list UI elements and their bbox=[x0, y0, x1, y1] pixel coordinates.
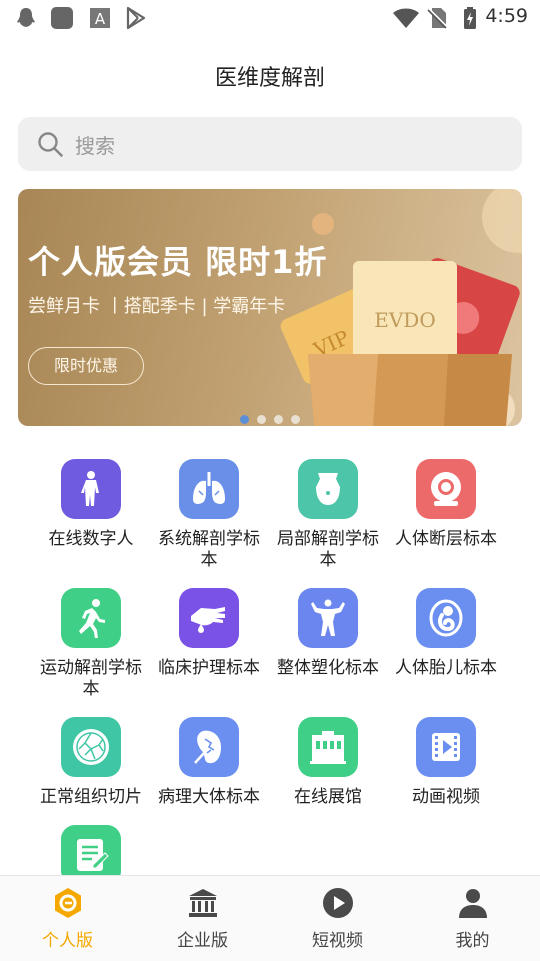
carousel-dot[interactable] bbox=[274, 415, 283, 424]
bodybuilder-icon bbox=[311, 599, 345, 636]
tab-enterprise[interactable]: 企业版 bbox=[135, 876, 270, 961]
fetus-icon bbox=[429, 599, 463, 637]
grid-item-label: 人体胎儿标本 bbox=[395, 658, 497, 678]
grid-item-systematic-anatomy[interactable]: 系统解剖学标本 bbox=[150, 459, 268, 571]
video-icon bbox=[432, 733, 460, 761]
tile bbox=[416, 459, 476, 519]
page-title: 医维度解剖 bbox=[214, 66, 325, 91]
search-input[interactable]: 搜索 bbox=[75, 130, 115, 159]
play-store-icon bbox=[126, 6, 146, 30]
tile bbox=[61, 588, 121, 648]
grid-item-animation-video[interactable]: 动画视频 bbox=[387, 717, 505, 808]
grid-item-label: 临床护理标本 bbox=[158, 658, 260, 678]
grid-item-sports-anatomy[interactable]: 运动解剖学标本 bbox=[32, 588, 150, 700]
search-bar[interactable]: 搜索 bbox=[18, 117, 522, 171]
tab-label: 个人版 bbox=[42, 931, 93, 951]
qq-icon bbox=[17, 8, 35, 27]
notes-icon bbox=[77, 839, 109, 871]
grid-item-label: 人体断层标本 bbox=[395, 529, 497, 549]
bank-icon bbox=[188, 889, 217, 917]
ct-scanner-icon bbox=[431, 472, 461, 506]
torso-icon bbox=[316, 473, 340, 505]
battery-charging-icon bbox=[464, 7, 476, 29]
banner-subline: 尝鲜月卡 丨搭配季卡 | 学霸年卡 bbox=[28, 296, 286, 317]
grid-item-pathology-gross[interactable]: 病理大体标本 bbox=[150, 717, 268, 808]
tab-personal[interactable]: 个人版 bbox=[0, 876, 135, 961]
grid-item-label: 运动解剖学标本 bbox=[40, 658, 142, 699]
tab-short-video[interactable]: 短视频 bbox=[270, 876, 405, 961]
tab-label: 短视频 bbox=[312, 931, 363, 951]
no-sim-icon bbox=[427, 8, 448, 29]
grid-item-online-exhibition[interactable]: 在线展馆 bbox=[269, 717, 387, 808]
tile bbox=[416, 588, 476, 648]
tile bbox=[416, 717, 476, 777]
tab-label: 企业版 bbox=[177, 931, 228, 951]
user-icon bbox=[458, 889, 487, 918]
svg-text:A: A bbox=[95, 10, 106, 28]
grid-item-label: 局部解剖学标本 bbox=[277, 529, 379, 570]
tile bbox=[298, 459, 358, 519]
search-icon bbox=[38, 132, 63, 157]
font-a-icon: A bbox=[90, 8, 110, 28]
status-time: 4:59 bbox=[485, 5, 528, 27]
grid-item-label: 在线展馆 bbox=[294, 787, 362, 807]
grid-item-regional-anatomy[interactable]: 局部解剖学标本 bbox=[269, 459, 387, 571]
membership-cards-illustration: VIP EVDO bbox=[280, 189, 522, 426]
tile bbox=[179, 588, 239, 648]
grid-item-label: 在线数字人 bbox=[48, 529, 134, 549]
tile bbox=[298, 717, 358, 777]
tissue-slice-icon bbox=[73, 729, 109, 765]
grid-item-label: 整体塑化标本 bbox=[277, 658, 379, 678]
grid-item-normal-tissue-slice[interactable]: 正常组织切片 bbox=[32, 717, 150, 808]
grid-item-fetus-specimen[interactable]: 人体胎儿标本 bbox=[387, 588, 505, 679]
grid-item-label: 动画视频 bbox=[412, 787, 480, 807]
evdo-card-text: EVDO bbox=[374, 308, 435, 332]
tab-label: 我的 bbox=[455, 931, 490, 951]
tile bbox=[179, 459, 239, 519]
bottom-tab-bar: 个人版 企业版 短视频 我的 bbox=[0, 875, 540, 961]
grid-item-label: 病理大体标本 bbox=[158, 787, 260, 807]
tile bbox=[179, 717, 239, 777]
carousel-dot[interactable] bbox=[240, 415, 249, 424]
carousel-indicator bbox=[240, 409, 308, 424]
lungs-icon bbox=[193, 472, 225, 504]
tile bbox=[61, 459, 121, 519]
grid-item-sectional-anatomy[interactable]: 人体断层标本 bbox=[387, 459, 505, 550]
personal-icon bbox=[54, 888, 81, 918]
hand-drop-icon bbox=[191, 607, 225, 633]
app-square-icon bbox=[51, 7, 73, 29]
grid-item-label: 正常组织切片 bbox=[40, 787, 142, 807]
tile bbox=[298, 588, 358, 648]
tab-mine[interactable]: 我的 bbox=[405, 876, 540, 961]
grid-item-clinical-nursing[interactable]: 临床护理标本 bbox=[150, 588, 268, 679]
wifi-icon bbox=[393, 8, 419, 28]
museum-icon bbox=[310, 731, 346, 764]
grid-item-online-digital-human[interactable]: 在线数字人 bbox=[32, 459, 150, 550]
human-figure-icon bbox=[81, 471, 99, 506]
play-icon bbox=[322, 888, 353, 918]
limited-offer-button[interactable]: 限时优惠 bbox=[28, 347, 144, 385]
running-man-icon bbox=[79, 599, 105, 638]
carousel-dot[interactable] bbox=[257, 415, 266, 424]
status-bar: A 4:59 bbox=[0, 0, 540, 36]
grid-item-label: 系统解剖学标本 bbox=[158, 529, 260, 570]
tile bbox=[61, 717, 121, 777]
grid-item-plastinated-body[interactable]: 整体塑化标本 bbox=[269, 588, 387, 679]
banner-headline: 个人版会员 限时1折 bbox=[28, 243, 328, 281]
carousel-dot[interactable] bbox=[291, 415, 300, 424]
promo-banner[interactable]: VIP EVDO 个人版会员 限时1折 尝鲜月卡 丨搭配季卡 | 学霸年卡 限时… bbox=[18, 189, 522, 426]
pathology-organ-icon bbox=[194, 730, 221, 764]
